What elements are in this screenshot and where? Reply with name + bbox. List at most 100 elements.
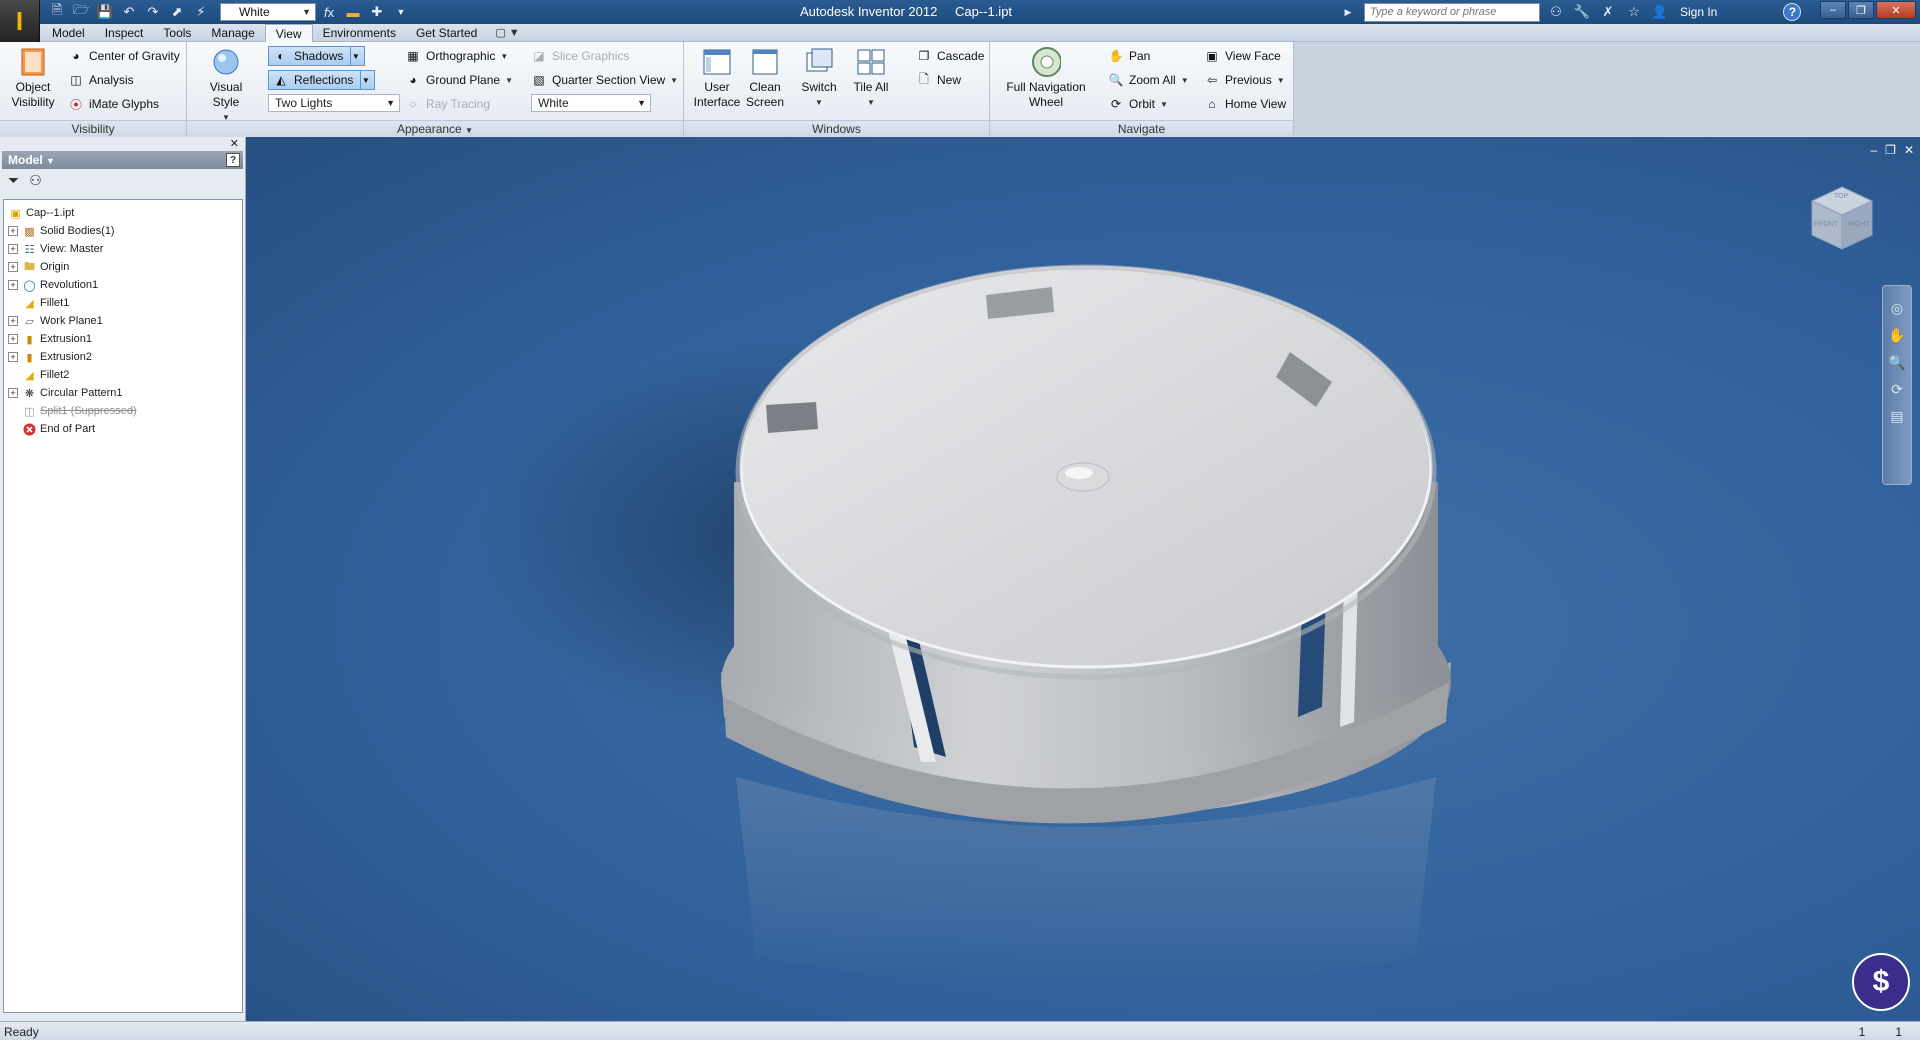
tree-node-extrusion1[interactable]: + ▮ Extrusion1 [4, 330, 242, 348]
orthographic-button[interactable]: ▦ Orthographic ▼ [405, 46, 508, 66]
shadows-dropdown-icon[interactable]: ▼ [350, 47, 360, 65]
tree-node-end-of-part[interactable]: End of Part [4, 420, 242, 438]
orbit-button[interactable]: ⟳ Orbit ▼ [1108, 94, 1168, 114]
tree-node-circular-pattern1[interactable]: + ❋ Circular Pattern1 [4, 384, 242, 402]
full-navigation-wheel-button[interactable]: Full Navigation Wheel [998, 46, 1094, 110]
look-at-icon[interactable]: ▤ [1890, 408, 1903, 425]
analysis-button[interactable]: ◫ Analysis [68, 70, 133, 90]
expand-icon[interactable]: + [8, 226, 18, 236]
star-icon[interactable]: ☆ [1624, 2, 1644, 22]
shadows-button[interactable]: ◐ Shadows ▼ [268, 46, 366, 66]
expand-icon[interactable]: + [8, 280, 18, 290]
center-of-gravity-button[interactable]: ◕ Center of Gravity [68, 46, 179, 66]
expand-icon[interactable]: + [8, 388, 18, 398]
minimize-button[interactable]: – [1820, 1, 1846, 19]
tree-node-origin[interactable]: + 🖿 Origin [4, 258, 242, 276]
binoculars-icon[interactable]: ⚇ [1546, 2, 1566, 22]
panel-appearance-title[interactable]: Appearance ▼ [187, 120, 683, 136]
tab-inspect[interactable]: Inspect [95, 24, 154, 42]
expand-icon[interactable]: + [8, 244, 18, 254]
tab-model[interactable]: Model [42, 24, 95, 42]
open-icon[interactable]: 🗁 [70, 2, 92, 22]
previous-view-button[interactable]: ⇦ Previous ▼ [1204, 70, 1285, 90]
browser-header[interactable]: Model ▼ ? [2, 151, 243, 169]
expand-icon[interactable]: + [8, 316, 18, 326]
tab-manage[interactable]: Manage [201, 24, 264, 42]
clean-screen-button[interactable]: Clean Screen [744, 46, 786, 110]
viewcube[interactable]: TOP FRONT RIGHT [1806, 181, 1878, 253]
help-icon[interactable]: ? [226, 153, 240, 167]
select-icon[interactable]: ⬈ [166, 2, 188, 22]
tree-node-extrusion2[interactable]: + ▮ Extrusion2 [4, 348, 242, 366]
expand-icon[interactable]: ▶ [1338, 2, 1358, 22]
tree-node-fillet2[interactable]: ◢ Fillet2 [4, 366, 242, 384]
binoculars-icon[interactable]: ⚇ [29, 172, 42, 189]
tree-node-root[interactable]: ▣ Cap--1.ipt [4, 204, 242, 222]
new-icon[interactable]: 🗎 [46, 2, 68, 22]
wrench-icon[interactable]: 🔧 [1572, 2, 1592, 22]
tree-node-fillet1[interactable]: ◢ Fillet1 [4, 294, 242, 312]
ground-plane-button[interactable]: ◕ Ground Plane ▼ [405, 70, 513, 90]
part-model[interactable] [246, 137, 1920, 1021]
help-icon[interactable]: ? [1783, 3, 1802, 21]
orbit-icon[interactable]: ⟳ [1891, 381, 1903, 398]
viewcube-top-label[interactable]: TOP [1834, 193, 1848, 200]
home-view-button[interactable]: ⌂ Home View [1204, 94, 1286, 114]
graphics-viewport[interactable]: – ❐ ✕ TOP FRONT RIGHT ◎ ✋ 🔍 ⟳ ▤ $ [246, 137, 1920, 1021]
zoom-all-button[interactable]: 🔍 Zoom All ▼ [1108, 70, 1189, 90]
visual-style-button[interactable]: Visual Style ▼ [195, 46, 257, 125]
save-icon[interactable]: 💾 [94, 2, 116, 22]
application-menu-button[interactable]: I [0, 0, 40, 42]
color-icon[interactable]: ▬ [342, 2, 364, 22]
color-override-select[interactable]: White ▼ [531, 94, 651, 112]
steering-wheel-icon[interactable]: ◎ [1891, 300, 1903, 317]
expand-icon[interactable]: + [8, 352, 18, 362]
switch-button[interactable]: Switch ▼ [796, 46, 842, 110]
object-visibility-button[interactable]: Object Visibility [6, 46, 60, 110]
view-face-button[interactable]: ▣ View Face [1204, 46, 1280, 66]
material-select[interactable]: White ▼ [220, 3, 316, 21]
update-icon[interactable]: ⚡ [190, 2, 212, 22]
tree-node-solid-bodies[interactable]: + ▩ Solid Bodies(1) [4, 222, 242, 240]
expand-icon[interactable]: + [8, 334, 18, 344]
tile-all-button[interactable]: Tile All ▼ [848, 46, 894, 110]
cascade-button[interactable]: ❐ Cascade [916, 46, 985, 66]
close-icon[interactable]: ✕ [230, 137, 239, 150]
tab-environments[interactable]: Environments [313, 24, 406, 42]
qat-menu-icon[interactable]: ▼ [390, 2, 412, 22]
chevron-down-icon: ▼ [465, 126, 473, 135]
undo-icon[interactable]: ↶ [118, 2, 140, 22]
viewcube-right-label[interactable]: RIGHT [1848, 221, 1870, 228]
quarter-section-view-button[interactable]: ▧ Quarter Section View ▼ [531, 70, 678, 90]
ribbon-minimize-icon[interactable]: ▢ ▼ [495, 24, 519, 42]
restore-button[interactable]: ❐ [1848, 1, 1874, 19]
close-button[interactable]: ✕ [1876, 1, 1916, 19]
tab-get-started[interactable]: Get Started [406, 24, 487, 42]
tree-node-label: Fillet2 [40, 369, 70, 381]
user-interface-button[interactable]: User Interface [692, 46, 742, 110]
search-input[interactable] [1364, 2, 1540, 22]
tools-icon[interactable]: ✗ [1598, 2, 1618, 22]
tab-view[interactable]: View [264, 24, 313, 42]
imate-glyphs-button[interactable]: ⦿ iMate Glyphs [68, 94, 159, 114]
pan-hand-icon[interactable]: ✋ [1888, 327, 1905, 344]
pan-button[interactable]: ✋ Pan [1108, 46, 1151, 66]
sign-in-link[interactable]: Sign In [1680, 5, 1717, 19]
reflections-dropdown-icon[interactable]: ▼ [360, 71, 370, 89]
tree-node-revolution1[interactable]: + ◯ Revolution1 [4, 276, 242, 294]
filter-icon[interactable]: ⏷ [8, 172, 19, 189]
reflections-button[interactable]: ◭ Reflections ▼ [268, 70, 376, 90]
redo-icon[interactable]: ↷ [142, 2, 164, 22]
viewcube-front-label[interactable]: FRONT [1814, 221, 1838, 228]
tab-tools[interactable]: Tools [153, 24, 201, 42]
lighting-style-select[interactable]: Two Lights ▼ [268, 94, 400, 112]
zoom-icon[interactable]: 🔍 [1888, 354, 1905, 371]
expand-icon[interactable]: + [8, 262, 18, 272]
tree-node-view-master[interactable]: + ☷ View: Master [4, 240, 242, 258]
end-of-part-icon [22, 422, 37, 436]
tree-node-split1[interactable]: ◫ Split1 (Suppressed) [4, 402, 242, 420]
plus-icon[interactable]: ✚ [366, 2, 388, 22]
fx-icon[interactable]: fx [318, 2, 340, 22]
new-window-button[interactable]: 🗋 New [916, 70, 961, 90]
tree-node-work-plane1[interactable]: + ▱ Work Plane1 [4, 312, 242, 330]
